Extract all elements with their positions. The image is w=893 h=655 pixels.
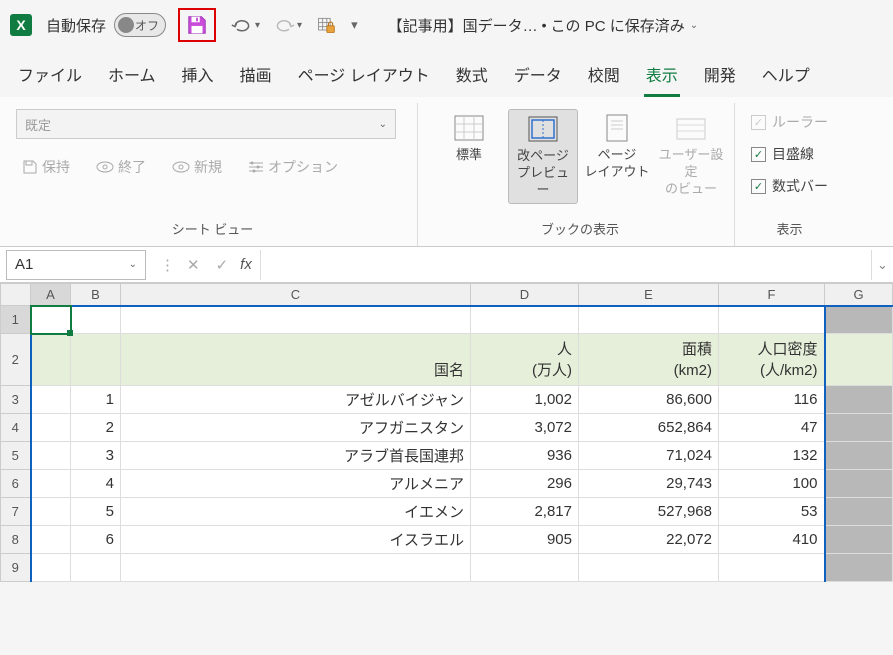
- group-workbookviews-label: ブックの表示: [541, 213, 619, 246]
- sheetview-new[interactable]: 新規: [166, 153, 228, 181]
- sheetview-exit[interactable]: 終了: [90, 153, 152, 181]
- autosave-label: 自動保存: [46, 15, 106, 36]
- view-custom: ユーザー設定 のビュー: [656, 109, 726, 202]
- view-pagelayout[interactable]: ページ レイアウト: [582, 109, 652, 185]
- eye-exit-icon: [96, 160, 114, 174]
- check-formulabar[interactable]: ✓数式バー: [751, 173, 828, 199]
- custom-view-icon: [676, 115, 706, 141]
- tab-開発[interactable]: 開発: [702, 58, 738, 97]
- options-icon: [248, 160, 264, 174]
- col-header[interactable]: E: [579, 284, 719, 306]
- row-header[interactable]: 1: [1, 306, 31, 334]
- cell-A1[interactable]: [31, 306, 71, 334]
- tab-数式[interactable]: 数式: [454, 58, 490, 97]
- row-header[interactable]: 9: [1, 554, 31, 582]
- undo-icon: [232, 16, 252, 34]
- autosave-toggle[interactable]: オフ: [114, 13, 166, 37]
- tab-ファイル[interactable]: ファイル: [16, 58, 84, 97]
- doc-name: 【記事用】国データ…: [388, 15, 538, 36]
- tab-ヘルプ[interactable]: ヘルプ: [760, 58, 812, 97]
- view-pagebreak[interactable]: 改ページ プレビュー: [508, 109, 578, 204]
- save-icon: [186, 14, 208, 36]
- col-header[interactable]: D: [471, 284, 579, 306]
- excel-app-icon: X: [10, 14, 32, 36]
- undo-button[interactable]: ▾: [228, 14, 264, 36]
- save-small-icon: [22, 159, 38, 175]
- col-header[interactable]: G: [825, 284, 893, 306]
- col-header[interactable]: F: [719, 284, 825, 306]
- tab-表示[interactable]: 表示: [644, 58, 680, 97]
- row-header[interactable]: 5: [1, 442, 31, 470]
- row-header[interactable]: 2: [1, 334, 31, 386]
- col-header[interactable]: A: [31, 284, 71, 306]
- qat-customize[interactable]: ▾: [346, 15, 362, 35]
- name-box[interactable]: A1⌄: [6, 250, 146, 280]
- view-normal[interactable]: 標準: [434, 109, 504, 168]
- sheetview-options[interactable]: オプション: [242, 153, 344, 181]
- sheetview-keep[interactable]: 保持: [16, 153, 76, 181]
- saved-location: この PC に保存済み: [551, 15, 685, 36]
- check-ruler: ✓ルーラー: [751, 109, 828, 135]
- tab-データ[interactable]: データ: [512, 58, 564, 97]
- redo-icon: [274, 16, 294, 34]
- group-sheetview-label: シート ビュー: [172, 213, 254, 246]
- fb-dropdown-icon[interactable]: ⋮: [160, 256, 175, 274]
- row-header[interactable]: 4: [1, 414, 31, 442]
- formula-expand[interactable]: ⌄: [871, 250, 893, 280]
- row-header[interactable]: 7: [1, 498, 31, 526]
- tab-校閲[interactable]: 校閲: [586, 58, 622, 97]
- pagebreak-icon: [528, 116, 558, 142]
- fx-button[interactable]: fx: [240, 256, 252, 273]
- fb-enter: ✓: [212, 256, 233, 274]
- save-button[interactable]: [178, 8, 216, 42]
- check-gridlines[interactable]: ✓目盛線: [751, 141, 814, 167]
- fb-cancel: ✕: [183, 256, 204, 274]
- select-all-corner[interactable]: [1, 284, 31, 306]
- eye-new-icon: [172, 160, 190, 174]
- formula-input[interactable]: [260, 250, 871, 280]
- sheetview-placeholder: 既定: [25, 115, 51, 134]
- group-show-label: 表示: [776, 213, 802, 246]
- pagelayout-icon: [603, 113, 631, 143]
- tab-描画[interactable]: 描画: [238, 58, 274, 97]
- row-header[interactable]: 8: [1, 526, 31, 554]
- row-header[interactable]: 6: [1, 470, 31, 498]
- col-header[interactable]: C: [121, 284, 471, 306]
- tab-ページ レイアウト[interactable]: ページ レイアウト: [296, 58, 432, 97]
- tab-ホーム[interactable]: ホーム: [106, 58, 158, 97]
- protect-button[interactable]: [312, 13, 340, 37]
- normal-view-icon: [454, 115, 484, 141]
- doc-menu-caret[interactable]: ⌄: [690, 20, 698, 31]
- row-header[interactable]: 3: [1, 386, 31, 414]
- col-header[interactable]: B: [71, 284, 121, 306]
- protect-icon: [316, 15, 336, 35]
- redo-button[interactable]: ▾: [270, 14, 306, 36]
- sheetview-select[interactable]: 既定 ⌄: [16, 109, 396, 139]
- autosave-state: オフ: [135, 17, 159, 34]
- unsaved-indicator: •: [542, 17, 547, 33]
- tab-挿入[interactable]: 挿入: [180, 58, 216, 97]
